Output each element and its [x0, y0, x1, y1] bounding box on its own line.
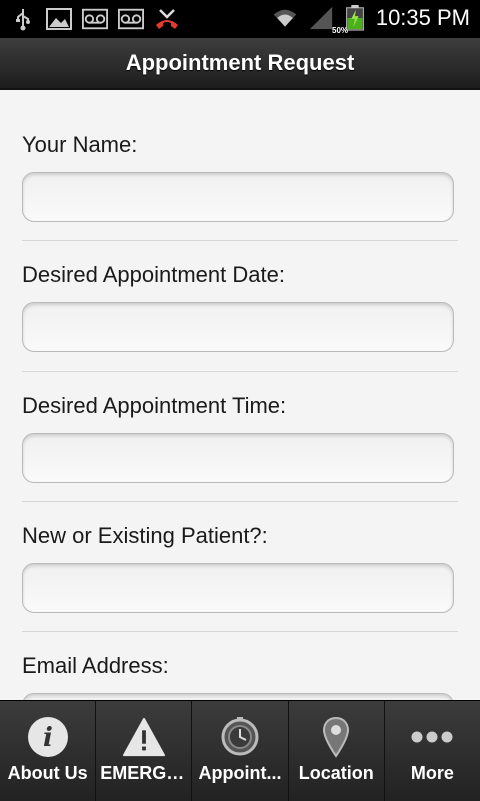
patient-status-input[interactable] — [22, 563, 454, 613]
field-label: New or Existing Patient?: — [22, 523, 268, 548]
missed-call-icon — [154, 6, 180, 32]
clock-time: 10:35 PM — [375, 5, 470, 30]
status-bar-left — [10, 6, 180, 32]
page-header: Appointment Request — [0, 38, 480, 90]
divider — [22, 240, 458, 241]
battery-percent: 50% — [332, 26, 349, 35]
status-bar-right: 10:35 PM — [272, 5, 470, 31]
field-label: Desired Appointment Time: — [22, 393, 287, 418]
field-label: Email Address: — [22, 653, 169, 678]
wifi-icon — [272, 5, 298, 31]
tab-bar: i About Us EMERGE... Appoint... Location… — [0, 700, 480, 801]
field-email: Email Address: — [22, 651, 458, 700]
field-label: Your Name: — [22, 132, 138, 157]
field-appointment-date: Desired Appointment Date: — [22, 260, 458, 352]
signal-icon — [308, 5, 334, 31]
time-input[interactable] — [22, 433, 454, 483]
status-bar: 10:35 PM 50% — [0, 0, 480, 38]
divider — [22, 631, 458, 632]
tab-about-us[interactable]: i About Us — [0, 701, 97, 801]
field-appointment-time: Desired Appointment Time: — [22, 391, 458, 483]
divider — [22, 371, 458, 372]
info-icon: i — [26, 715, 70, 759]
name-input[interactable] — [22, 172, 454, 222]
more-icon — [410, 715, 454, 759]
appointment-form: Your Name: Desired Appointment Date: Des… — [0, 90, 480, 700]
warning-icon — [122, 715, 166, 759]
voicemail-icon — [82, 6, 108, 32]
tab-more[interactable]: More — [384, 701, 480, 801]
date-input[interactable] — [22, 302, 454, 352]
divider — [22, 501, 458, 502]
tab-label: More — [410, 763, 454, 783]
page-title: Appointment Request — [125, 50, 355, 75]
map-pin-icon — [314, 715, 358, 759]
field-your-name: Your Name: — [22, 130, 458, 222]
tab-label: Appoint... — [198, 763, 282, 783]
field-patient-status: New or Existing Patient?: — [22, 521, 458, 613]
tab-label: EMERGE... — [100, 763, 192, 783]
image-icon — [46, 6, 72, 32]
clock-icon — [218, 715, 262, 759]
tab-emergency[interactable]: EMERGE... — [96, 701, 193, 801]
email-input[interactable] — [22, 693, 454, 700]
field-label: Desired Appointment Date: — [22, 262, 285, 287]
tab-label: Location — [298, 763, 374, 783]
svg-text:i: i — [43, 723, 53, 753]
voicemail-icon — [118, 6, 144, 32]
tab-appointment[interactable]: Appoint... — [192, 701, 289, 801]
usb-icon — [10, 6, 36, 32]
tab-label: About Us — [7, 763, 88, 783]
tab-location[interactable]: Location — [288, 701, 385, 801]
